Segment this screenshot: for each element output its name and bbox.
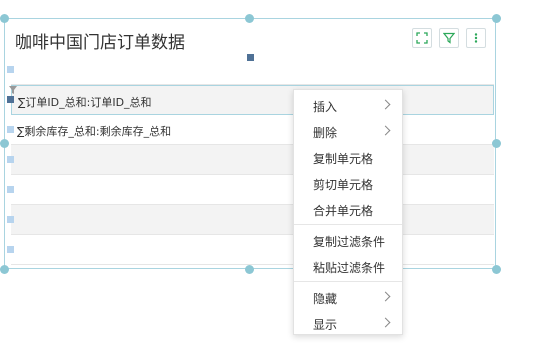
cell-text: ∑订单ID_总和:订单ID_总和 (18, 96, 152, 109)
menu-divider (294, 281, 402, 282)
menu-item-merge-cells[interactable]: 合并单元格 (294, 197, 402, 221)
chevron-right-icon (380, 125, 391, 136)
menu-item-label: 剪切单元格 (313, 178, 374, 192)
menu-item-label: 复制单元格 (313, 152, 374, 166)
filter-button[interactable] (439, 28, 459, 48)
chevron-right-icon (380, 317, 391, 328)
menu-item-label: 删除 (313, 126, 338, 140)
menu-item-show[interactable]: 显示 (294, 311, 402, 335)
cell-text: ∑剩余库存_总和:剩余库存_总和 (17, 125, 172, 138)
more-vertical-icon (474, 33, 478, 43)
chevron-right-icon (380, 291, 391, 302)
resize-handle-top-left[interactable] (0, 14, 9, 23)
menu-item-label: 显示 (313, 318, 338, 332)
table-row[interactable] (11, 235, 494, 265)
resize-handle-bottom-left[interactable] (0, 265, 9, 274)
menu-item-insert[interactable]: 插入 (294, 93, 402, 117)
expand-button[interactable] (412, 28, 432, 48)
resize-handle-middle-right[interactable] (492, 139, 501, 148)
menu-item-label: 合并单元格 (313, 204, 374, 218)
resize-handle-middle-left[interactable] (0, 139, 9, 148)
resize-handle-top-center[interactable] (245, 14, 254, 23)
row-marker[interactable] (7, 126, 14, 133)
resize-handle-bottom-center[interactable] (245, 265, 254, 274)
row-marker[interactable] (7, 186, 14, 193)
chart-widget[interactable]: 咖啡中国门店订单数据 ∑订单ID_总和:订单ID_总和 ∑剩余库存_总和:剩余库… (4, 18, 496, 269)
filter-icon (443, 32, 455, 44)
row-filter-icon (9, 86, 17, 94)
menu-item-copy-cell[interactable]: 复制单元格 (294, 145, 402, 169)
row-marker[interactable] (7, 246, 14, 253)
row-marker-active[interactable] (7, 96, 14, 103)
table-row[interactable] (11, 205, 494, 235)
menu-item-paste-filter[interactable]: 粘贴过滤条件 (294, 254, 402, 278)
resize-handle-bottom-right[interactable] (492, 265, 501, 274)
table-row[interactable] (11, 55, 494, 85)
table-row[interactable]: ∑剩余库存_总和:剩余库存_总和 (11, 115, 494, 145)
menu-item-label: 插入 (313, 100, 338, 114)
resize-handle-top-right[interactable] (492, 14, 501, 23)
menu-item-hide[interactable]: 隐藏 (294, 285, 402, 309)
menu-item-copy-filter[interactable]: 复制过滤条件 (294, 228, 402, 252)
expand-icon (416, 32, 428, 44)
table-row[interactable] (11, 175, 494, 205)
menu-item-delete[interactable]: 删除 (294, 119, 402, 143)
menu-item-label: 复制过滤条件 (313, 235, 386, 249)
menu-item-cut-cell[interactable]: 剪切单元格 (294, 171, 402, 195)
table-row-selected[interactable]: ∑订单ID_总和:订单ID_总和 (11, 85, 494, 115)
more-button[interactable] (466, 28, 486, 48)
table-row[interactable] (11, 145, 494, 175)
row-marker[interactable] (7, 66, 14, 73)
row-marker[interactable] (7, 156, 14, 163)
chevron-right-icon (380, 99, 391, 110)
menu-item-label: 隐藏 (313, 292, 338, 306)
widget-title: 咖啡中国门店订单数据 (15, 33, 185, 53)
menu-item-label: 粘贴过滤条件 (313, 261, 386, 275)
menu-divider (294, 224, 402, 225)
row-marker[interactable] (7, 216, 14, 223)
context-menu: 插入 删除 复制单元格 剪切单元格 合并单元格 复制过滤条件 粘贴过滤条件 隐藏… (293, 89, 403, 335)
